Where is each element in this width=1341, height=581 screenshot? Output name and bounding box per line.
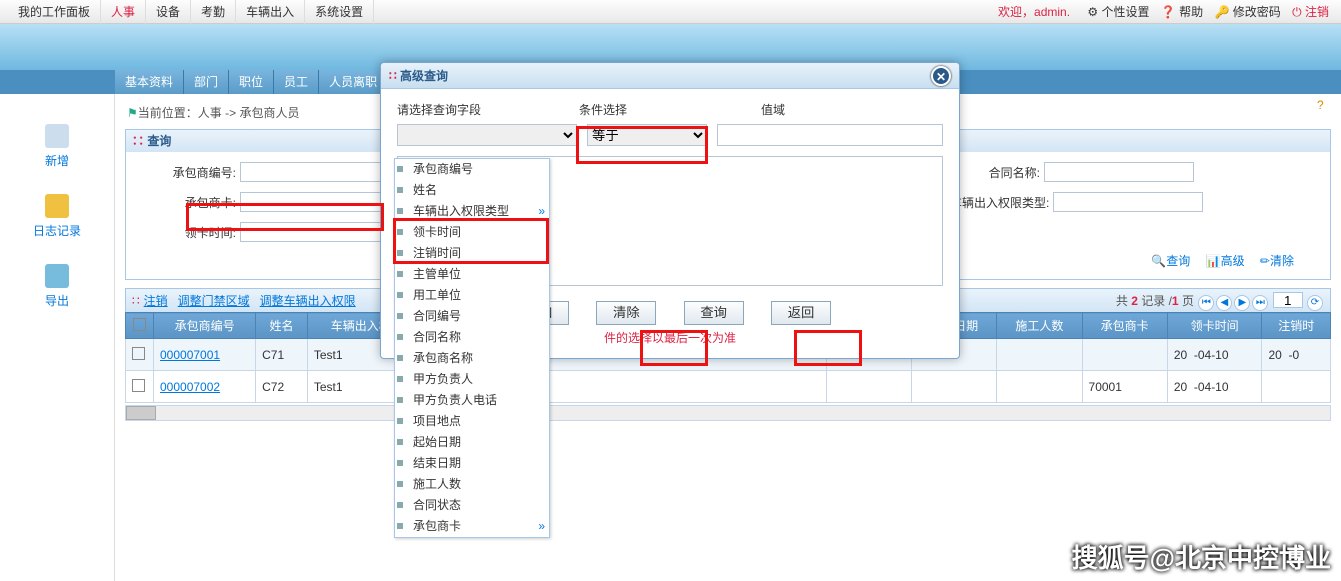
dd-item[interactable]: 领卡时间 xyxy=(395,222,549,243)
help-icon[interactable]: ? xyxy=(1317,98,1333,114)
row-chk[interactable] xyxy=(132,347,145,360)
dd-item[interactable]: 承包商卡» xyxy=(395,516,549,537)
dd-item[interactable]: 合同编号 xyxy=(395,306,549,327)
link-changepwd[interactable]: 🔑 修改密码 xyxy=(1215,5,1281,19)
link-help[interactable]: ❓ 帮助 xyxy=(1161,5,1203,19)
lbl-card-time: 领卡时间: xyxy=(146,224,236,241)
nav-tab-vehicle[interactable]: 车辆出入 xyxy=(236,0,305,24)
field-dropdown: 承包商编号 姓名 车辆出入权限类型» 领卡时间 注销时间 主管单位 用工单位 合… xyxy=(394,158,550,538)
page-next[interactable]: ▶ xyxy=(1234,295,1250,311)
page-go[interactable]: ⟳ xyxy=(1307,295,1323,311)
log-icon xyxy=(45,194,69,218)
table-row[interactable]: 000007002 C72Test1 70001 20 -04-10 xyxy=(126,371,1331,403)
input-contractor-no[interactable] xyxy=(240,162,390,182)
dd-item[interactable]: 起始日期 xyxy=(395,432,549,453)
dd-item[interactable]: 合同名称 xyxy=(395,327,549,348)
tb-adj-area[interactable]: 调整门禁区域 xyxy=(178,289,250,313)
subtab-basic[interactable]: 基本资料 xyxy=(115,70,184,94)
dd-item[interactable]: 承包商名称 xyxy=(395,348,549,369)
input-contract-name[interactable] xyxy=(1044,162,1194,182)
lbl-field: 请选择查询字段 xyxy=(397,101,579,118)
lbl-vehicle-perm: 车辆出入权限类型: xyxy=(950,194,1049,211)
dialog-title: 高级查询 xyxy=(400,67,448,84)
watermark: 搜狐号@北京中控博业 xyxy=(1072,538,1331,575)
dd-item[interactable]: 注销时间 xyxy=(395,243,549,264)
dd-item[interactable]: 结束日期 xyxy=(395,453,549,474)
query-title: 查询 xyxy=(147,134,171,148)
nav-tab-device[interactable]: 设备 xyxy=(146,0,191,24)
dd-item[interactable]: 姓名 xyxy=(395,180,549,201)
tb-cancel[interactable]: 注销 xyxy=(144,289,168,313)
subtab-staff[interactable]: 员工 xyxy=(274,70,319,94)
dd-item[interactable]: 项目地点 xyxy=(395,411,549,432)
dd-item[interactable]: 用工单位 xyxy=(395,285,549,306)
welcome-text: 欢迎，admin. xyxy=(998,5,1070,19)
dlg-back-button[interactable]: 返回 xyxy=(771,301,831,325)
value-input[interactable] xyxy=(717,124,943,146)
subtab-position[interactable]: 职位 xyxy=(229,70,274,94)
dlg-search-button[interactable]: 查询 xyxy=(684,301,744,325)
dd-item[interactable]: 甲方负责人电话 xyxy=(395,390,549,411)
page-prev[interactable]: ◀ xyxy=(1216,295,1232,311)
nav-tab-workboard[interactable]: 我的工作面板 xyxy=(8,0,101,24)
pager: 共 2 记录 /1 页 ⏮◀▶⏭ ⟳ xyxy=(1116,289,1324,313)
sidebar-export[interactable]: 导出 xyxy=(0,264,114,309)
nav-tab-hr[interactable]: 人事 xyxy=(101,0,146,24)
lbl-contractor-no: 承包商编号: xyxy=(146,164,236,181)
row-chk[interactable] xyxy=(132,379,145,392)
btn-clear[interactable]: ✏清除 xyxy=(1260,254,1294,268)
nav-tab-system[interactable]: 系统设置 xyxy=(305,0,374,24)
dd-item[interactable]: 车辆出入权限类型» xyxy=(395,201,549,222)
lbl-cond: 条件选择 xyxy=(579,101,761,118)
page-input[interactable] xyxy=(1273,292,1303,308)
sidebar: 新增 日志记录 导出 xyxy=(0,94,115,581)
sidebar-log[interactable]: 日志记录 xyxy=(0,194,114,239)
dlg-clear-button[interactable]: 清除 xyxy=(596,301,656,325)
top-right-links: 欢迎，admin. ⚙ 个性设置 ❓ 帮助 🔑 修改密码 ⏻ 注销 xyxy=(998,3,1333,20)
input-card-time[interactable] xyxy=(240,222,390,242)
dd-item[interactable]: 施工人数 xyxy=(395,474,549,495)
row-id-link[interactable]: 000007001 xyxy=(160,348,220,362)
cond-select[interactable]: 等于 xyxy=(587,124,707,146)
input-vehicle-perm[interactable] xyxy=(1053,192,1203,212)
input-contractor-card[interactable] xyxy=(240,192,390,212)
tb-adj-vehicle[interactable]: 调整车辆出入权限 xyxy=(260,289,356,313)
field-select[interactable] xyxy=(397,124,577,146)
h-scrollbar[interactable] xyxy=(125,405,1331,421)
link-personal[interactable]: ⚙ 个性设置 xyxy=(1087,5,1149,19)
dd-item[interactable]: 主管单位 xyxy=(395,264,549,285)
dd-item[interactable]: 合同状态 xyxy=(395,495,549,516)
lbl-contractor-card: 承包商卡: xyxy=(146,194,236,211)
btn-advanced[interactable]: 📊高级 xyxy=(1206,254,1245,268)
subtab-leave[interactable]: 人员离职 xyxy=(319,70,388,94)
close-icon[interactable]: ✕ xyxy=(931,66,951,86)
chk-all[interactable] xyxy=(133,318,146,331)
sidebar-add[interactable]: 新增 xyxy=(0,124,114,169)
lbl-val: 值域 xyxy=(761,101,943,118)
page-last[interactable]: ⏭ xyxy=(1252,295,1268,311)
add-icon xyxy=(45,124,69,148)
row-id-link[interactable]: 000007002 xyxy=(160,380,220,394)
top-nav: 我的工作面板 人事 设备 考勤 车辆出入 系统设置 欢迎，admin. ⚙ 个性… xyxy=(0,0,1341,24)
subtab-dept[interactable]: 部门 xyxy=(184,70,229,94)
dd-item[interactable]: 甲方负责人 xyxy=(395,369,549,390)
page-first[interactable]: ⏮ xyxy=(1198,295,1214,311)
btn-search[interactable]: 🔍查询 xyxy=(1151,254,1190,268)
dd-item[interactable]: 承包商编号 xyxy=(395,159,549,180)
link-logout[interactable]: ⏻ 注销 xyxy=(1292,5,1329,19)
lbl-contract-name: 合同名称: xyxy=(950,164,1040,181)
nav-tab-attendance[interactable]: 考勤 xyxy=(191,0,236,24)
export-icon xyxy=(45,264,69,288)
